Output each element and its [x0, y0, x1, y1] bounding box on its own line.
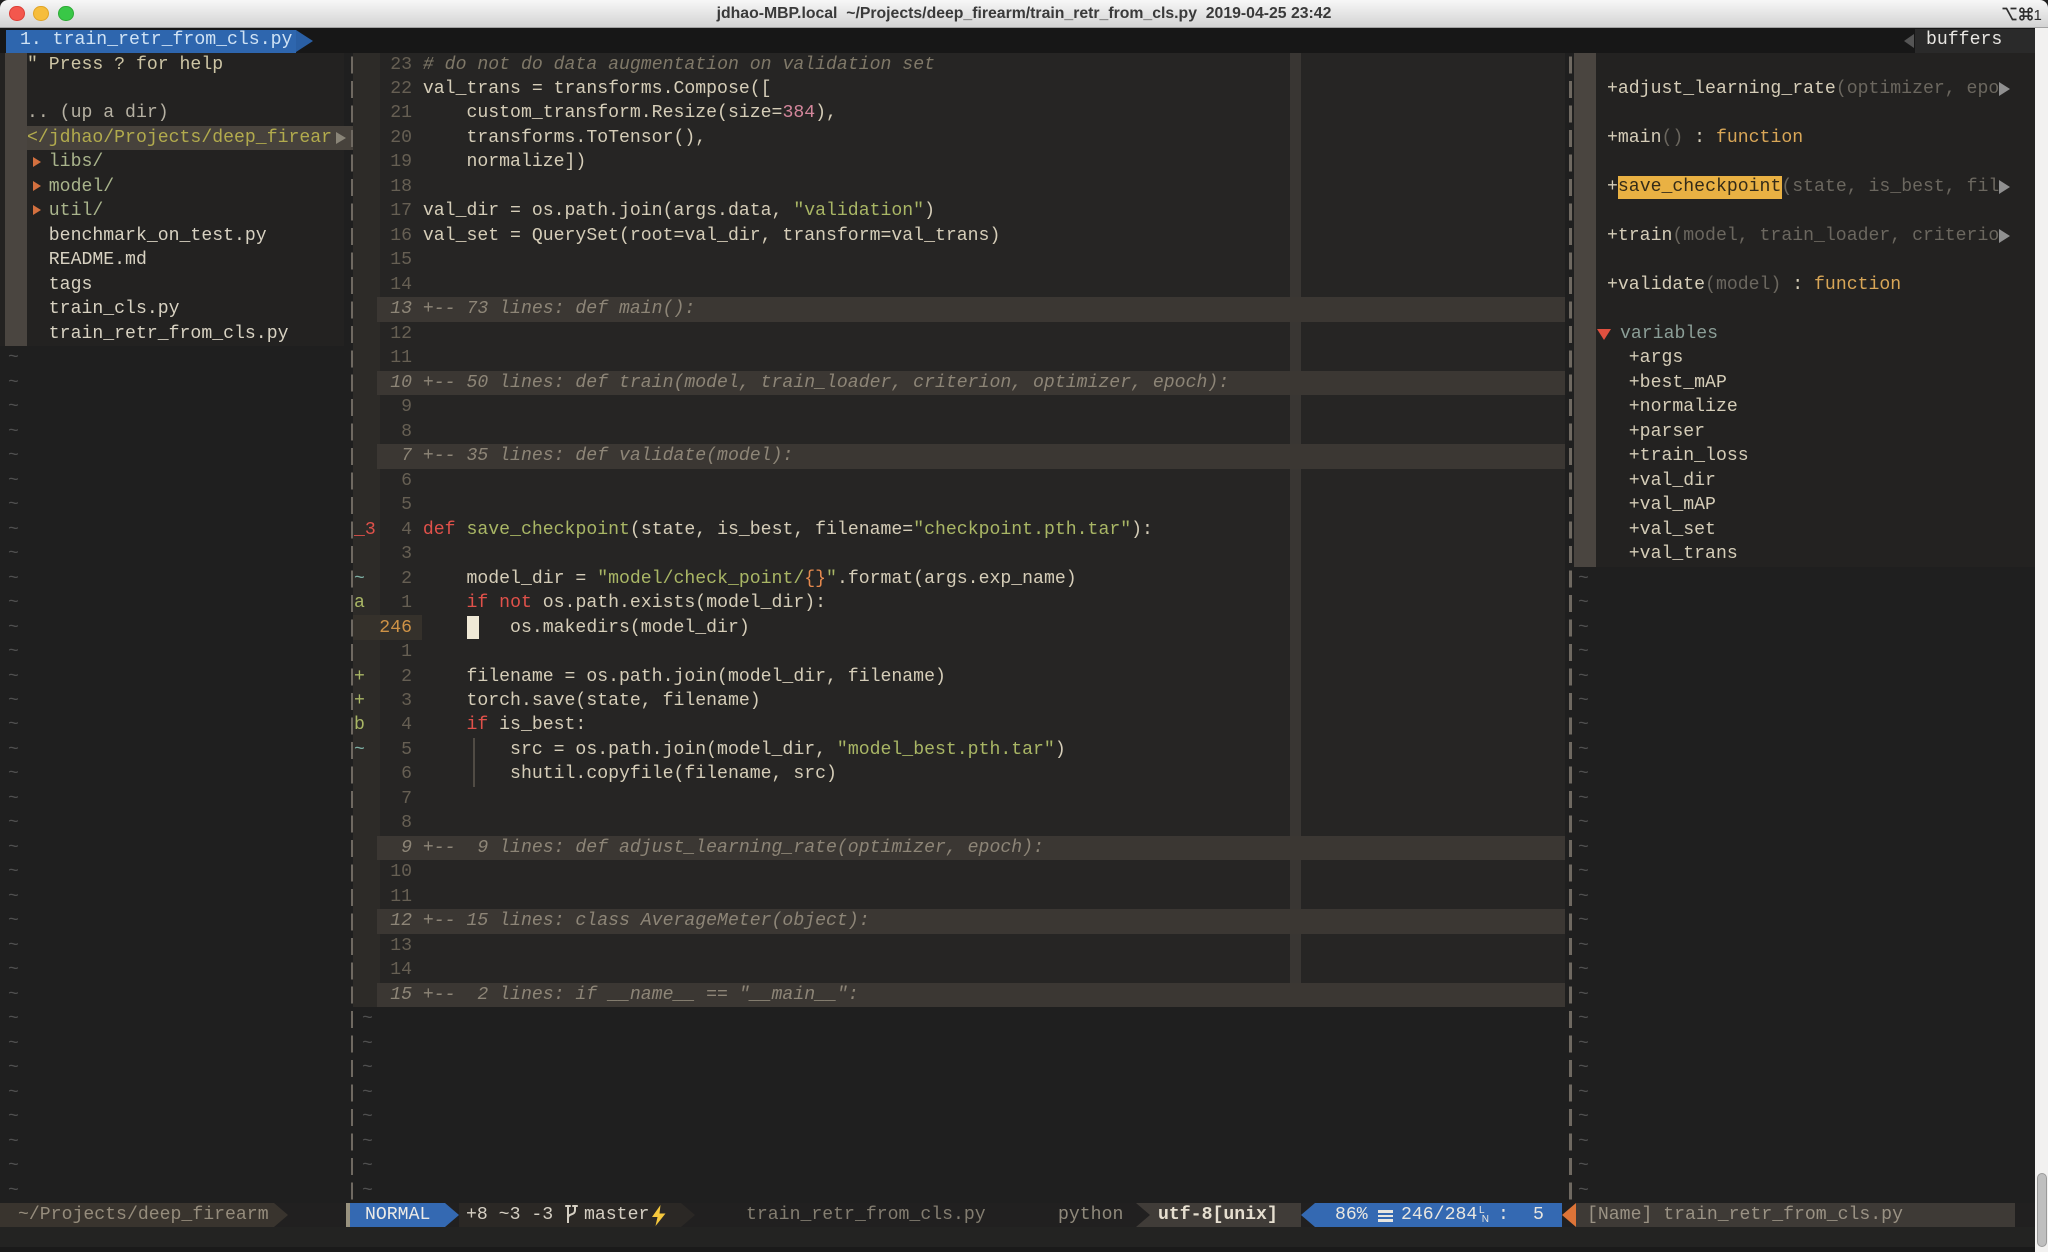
- svg-text:1: 1: [2034, 7, 2042, 23]
